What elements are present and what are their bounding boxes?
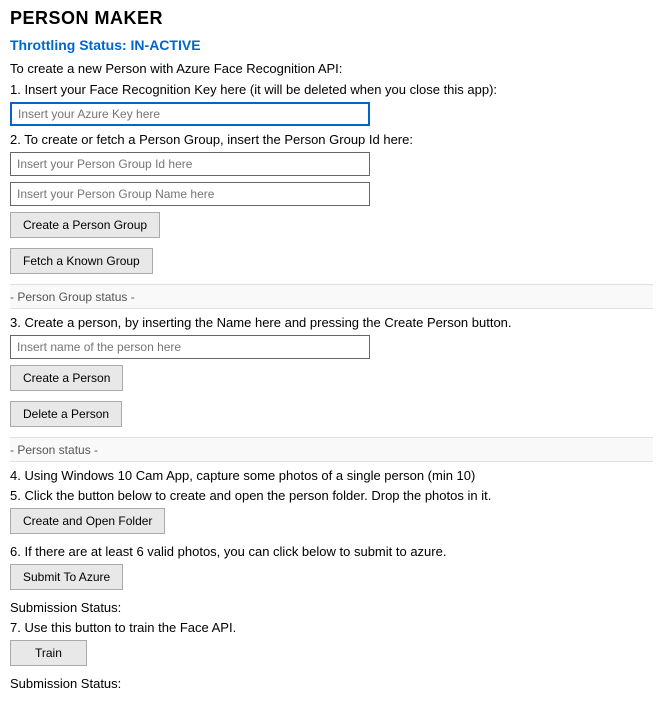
step4-label: 4. Using Windows 10 Cam App, capture som… [10, 468, 653, 483]
step5-label: 5. Click the button below to create and … [10, 488, 653, 503]
step2-label: 2. To create or fetch a Person Group, in… [10, 132, 653, 147]
person-name-input[interactable] [10, 335, 370, 359]
person-group-id-input[interactable] [10, 152, 370, 176]
person-group-status: - Person Group status - [10, 288, 135, 306]
step6-label: 6. If there are at least 6 valid photos,… [10, 544, 653, 559]
step1-description: To create a new Person with Azure Face R… [10, 61, 653, 76]
delete-person-button[interactable]: Delete a Person [10, 401, 122, 427]
create-open-folder-button[interactable]: Create and Open Folder [10, 508, 165, 534]
submit-azure-button[interactable]: Submit To Azure [10, 564, 123, 590]
create-person-group-button[interactable]: Create a Person Group [10, 212, 160, 238]
step7-status-label: Submission Status: [10, 676, 653, 691]
step1-label: 1. Insert your Face Recognition Key here… [10, 82, 653, 97]
app-title: PERSON MAKER [10, 8, 653, 29]
step6-status-label: Submission Status: [10, 600, 653, 615]
train-button[interactable]: Train [10, 640, 87, 666]
create-person-button[interactable]: Create a Person [10, 365, 123, 391]
step7-label: 7. Use this button to train the Face API… [10, 620, 653, 635]
azure-key-input[interactable] [10, 102, 370, 126]
fetch-known-group-button[interactable]: Fetch a Known Group [10, 248, 153, 274]
throttle-status: Throttling Status: IN-ACTIVE [10, 37, 653, 53]
person-status: - Person status - [10, 441, 98, 459]
person-group-name-input[interactable] [10, 182, 370, 206]
step3-label: 3. Create a person, by inserting the Nam… [10, 315, 653, 330]
